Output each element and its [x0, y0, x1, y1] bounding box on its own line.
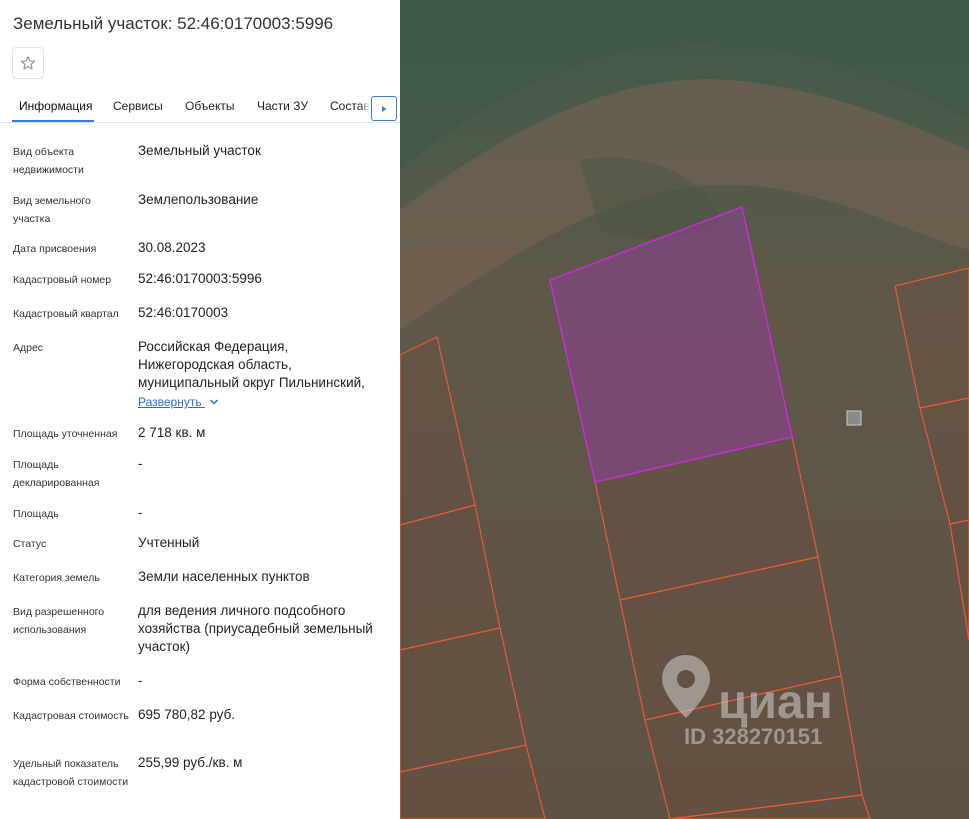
field-value: - [138, 456, 143, 471]
field-value: Российская Федерация, Нижегородская обла… [138, 339, 365, 390]
watermark-brand: циан [718, 676, 833, 729]
expand-address-link[interactable]: Развернуть [138, 395, 219, 409]
field-label: Форма собственности [13, 676, 121, 688]
tab-objects[interactable]: Объекты [185, 99, 235, 113]
map-square-marker [846, 410, 862, 426]
tab-bar: Информация Сервисы Объекты Части ЗУ Сост… [0, 88, 400, 123]
watermark-id: ID 328270151 [684, 724, 822, 749]
star-outline-icon [20, 56, 36, 70]
field-value: 2 718 кв. м [138, 425, 206, 440]
field-value: Учтенный [138, 535, 200, 550]
chevron-down-icon [209, 399, 218, 405]
field-label: Статус [13, 538, 47, 550]
tab-parts[interactable]: Части ЗУ [257, 99, 308, 113]
info-panel: Земельный участок: 52:46:0170003:5996 Ин… [0, 0, 400, 819]
field-label: Категория земель [13, 572, 100, 584]
field-value: Земельный участок [138, 143, 261, 158]
tab-services[interactable]: Сервисы [113, 99, 163, 113]
field-label: Адрес [13, 342, 44, 354]
page-title: Земельный участок: 52:46:0170003:5996 [13, 14, 334, 33]
field-value: - [138, 673, 143, 688]
field-value: 52:46:0170003:5996 [138, 271, 262, 286]
satellite-map[interactable]: циан ID 328270151 [400, 0, 969, 819]
map-view[interactable]: циан ID 328270151 [400, 0, 969, 819]
field-label: Площадь декларированная [13, 459, 100, 489]
field-label: Дата присвоения [13, 243, 97, 255]
field-value: 255,99 руб./кв. м [138, 755, 243, 770]
field-value: для ведения личного подсобного хозяйства… [138, 603, 373, 654]
field-label: Кадастровая стоимость [13, 710, 129, 722]
field-label: Площадь [13, 508, 59, 520]
field-label: Вид объекта недвижимости [13, 146, 84, 176]
favorite-button[interactable] [12, 47, 44, 79]
field-label: Площадь уточненная [13, 428, 118, 440]
field-value: 695 780,82 руб. [138, 707, 236, 722]
field-value: 52:46:0170003 [138, 305, 229, 320]
field-label: Кадастровый номер [13, 274, 112, 286]
field-label: Вид земельного участка [13, 195, 91, 225]
field-value: Землепользование [138, 192, 259, 207]
field-value: 30.08.2023 [138, 240, 206, 255]
field-label: Кадастровый квартал [13, 308, 119, 320]
tab-composition[interactable]: Состав [330, 99, 370, 113]
active-tab-indicator [12, 120, 94, 122]
field-label: Удельный показатель кадастровой стоимост… [13, 758, 129, 788]
field-value: Земли населенных пунктов [138, 569, 310, 584]
tabs-scroll-right-button[interactable] [371, 96, 397, 121]
triangle-right-icon [382, 105, 387, 112]
field-label: Вид разрешенного использования [13, 606, 105, 636]
expand-label: Развернуть [138, 395, 202, 409]
tab-information[interactable]: Информация [19, 99, 92, 113]
field-value: - [138, 505, 143, 520]
